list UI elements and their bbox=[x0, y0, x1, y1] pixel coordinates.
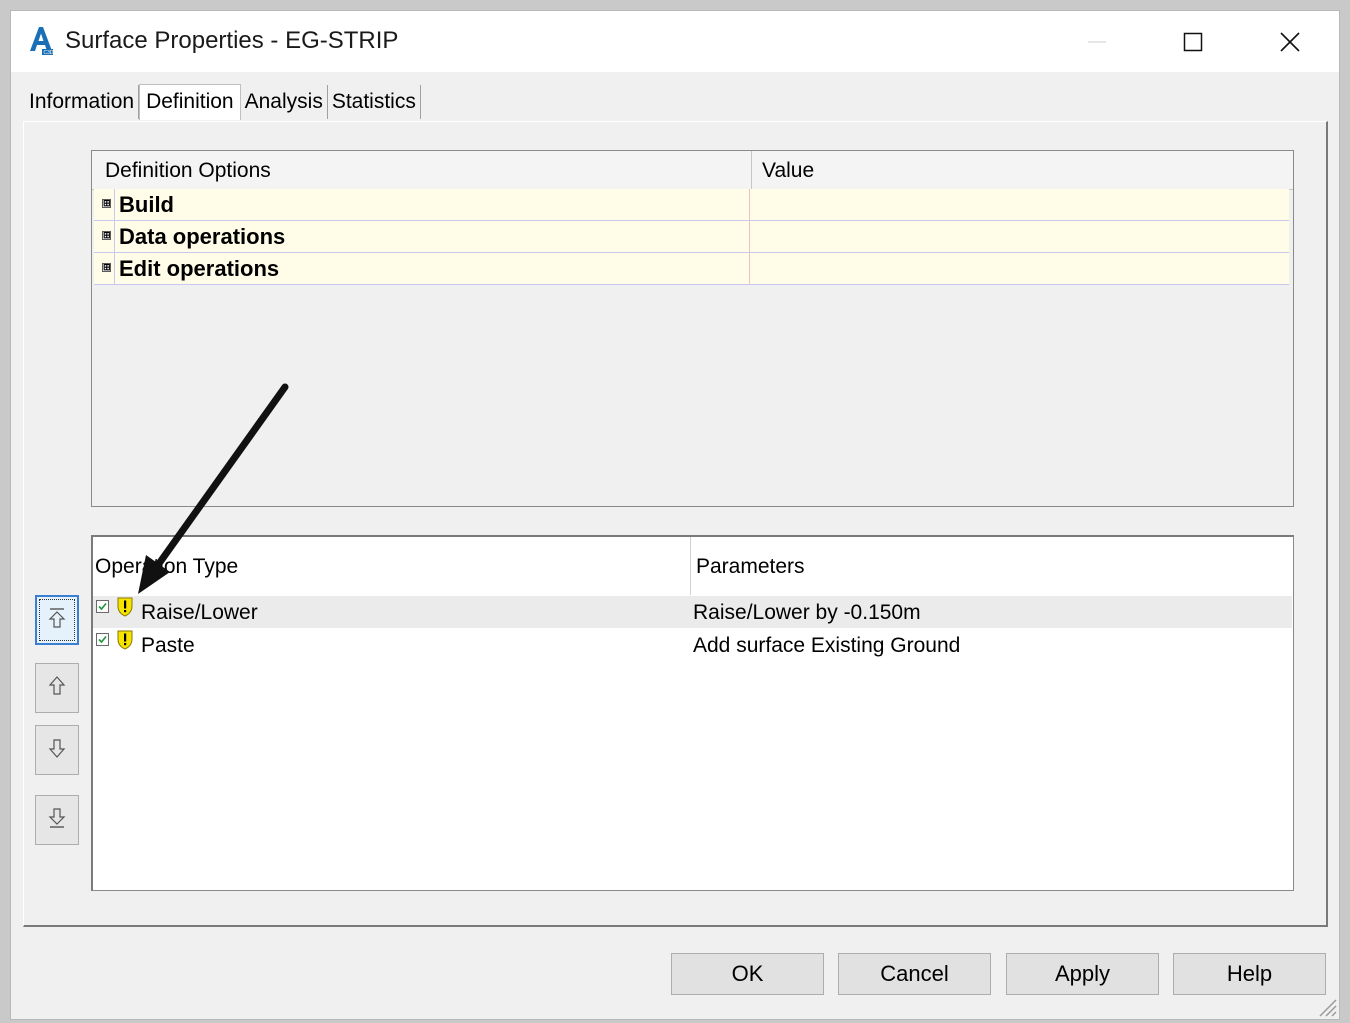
operation-checkbox[interactable] bbox=[96, 633, 109, 646]
property-row-build[interactable]: ⊞ Build bbox=[94, 189, 1289, 221]
property-row-data-operations[interactable]: ⊞ Data operations bbox=[94, 221, 1289, 253]
civil3d-icon: C3D bbox=[28, 25, 54, 56]
move-to-top-icon bbox=[47, 606, 67, 635]
operation-parameters: Raise/Lower by -0.150m bbox=[693, 601, 921, 624]
move-to-bottom-button[interactable] bbox=[35, 795, 79, 845]
move-down-icon bbox=[47, 736, 67, 765]
title-bar: C3D Surface Properties - EG-STRIP bbox=[11, 11, 1339, 72]
expand-icon[interactable]: ⊞ bbox=[102, 199, 111, 208]
apply-button[interactable]: Apply bbox=[1006, 953, 1159, 995]
tab-statistics[interactable]: Statistics bbox=[328, 85, 421, 119]
move-to-top-button[interactable] bbox=[35, 595, 79, 645]
operation-type-header[interactable]: Operation Type bbox=[95, 555, 238, 579]
help-button[interactable]: Help bbox=[1173, 953, 1326, 995]
definition-options-grid: Definition Options Value ⊞ Build ⊞ Data … bbox=[91, 150, 1294, 507]
operation-checkbox[interactable] bbox=[96, 600, 109, 613]
maximize-icon[interactable] bbox=[1157, 11, 1229, 72]
operation-parameters: Add surface Existing Ground bbox=[693, 634, 961, 657]
value-divider bbox=[749, 189, 750, 220]
property-label: Edit operations bbox=[119, 256, 280, 281]
column-divider[interactable] bbox=[690, 537, 691, 595]
move-down-button[interactable] bbox=[35, 725, 79, 775]
ok-button[interactable]: OK bbox=[671, 953, 824, 995]
row-gutter bbox=[114, 221, 115, 252]
row-gutter bbox=[114, 253, 115, 284]
warning-icon bbox=[115, 629, 135, 651]
value-divider bbox=[749, 221, 750, 252]
close-icon[interactable] bbox=[1254, 11, 1326, 72]
cancel-button[interactable]: Cancel bbox=[838, 953, 991, 995]
property-row-edit-operations[interactable]: ⊞ Edit operations bbox=[94, 253, 1289, 285]
column-divider[interactable] bbox=[751, 151, 752, 189]
surface-properties-dialog: C3D Surface Properties - EG-STRIP Inform… bbox=[10, 10, 1340, 1020]
expand-icon[interactable]: ⊞ bbox=[102, 263, 111, 272]
move-up-icon bbox=[47, 674, 67, 703]
tab-definition[interactable]: Definition bbox=[139, 84, 241, 120]
minimize-icon[interactable] bbox=[1061, 11, 1133, 72]
operation-type: Raise/Lower bbox=[141, 601, 258, 624]
svg-text:C3D: C3D bbox=[44, 50, 54, 55]
tab-strip: Information Definition Analysis Statisti… bbox=[25, 84, 421, 121]
operations-grid: Operation Type Parameters Raise/Lower Ra… bbox=[91, 535, 1294, 891]
grid-header: Definition Options Value bbox=[92, 151, 1293, 190]
tab-analysis[interactable]: Analysis bbox=[241, 85, 328, 119]
operation-type: Paste bbox=[141, 634, 195, 657]
tab-information[interactable]: Information bbox=[25, 85, 140, 119]
operation-row-paste[interactable]: Paste Add surface Existing Ground bbox=[93, 629, 1292, 661]
property-label: Data operations bbox=[119, 224, 286, 249]
value-header[interactable]: Value bbox=[762, 159, 814, 183]
window-title: Surface Properties - EG-STRIP bbox=[65, 27, 399, 54]
property-label: Build bbox=[119, 192, 174, 217]
resize-grip-icon[interactable] bbox=[1315, 995, 1337, 1017]
parameters-header[interactable]: Parameters bbox=[696, 555, 805, 579]
warning-icon bbox=[115, 596, 135, 618]
expand-icon[interactable]: ⊞ bbox=[102, 231, 111, 240]
operation-row-raise-lower[interactable]: Raise/Lower Raise/Lower by -0.150m bbox=[93, 596, 1292, 628]
move-to-bottom-icon bbox=[47, 806, 67, 835]
move-up-button[interactable] bbox=[35, 663, 79, 713]
value-divider bbox=[749, 253, 750, 284]
grid-header: Operation Type Parameters bbox=[93, 537, 1293, 595]
definition-options-header[interactable]: Definition Options bbox=[105, 159, 271, 183]
row-gutter bbox=[114, 189, 115, 220]
